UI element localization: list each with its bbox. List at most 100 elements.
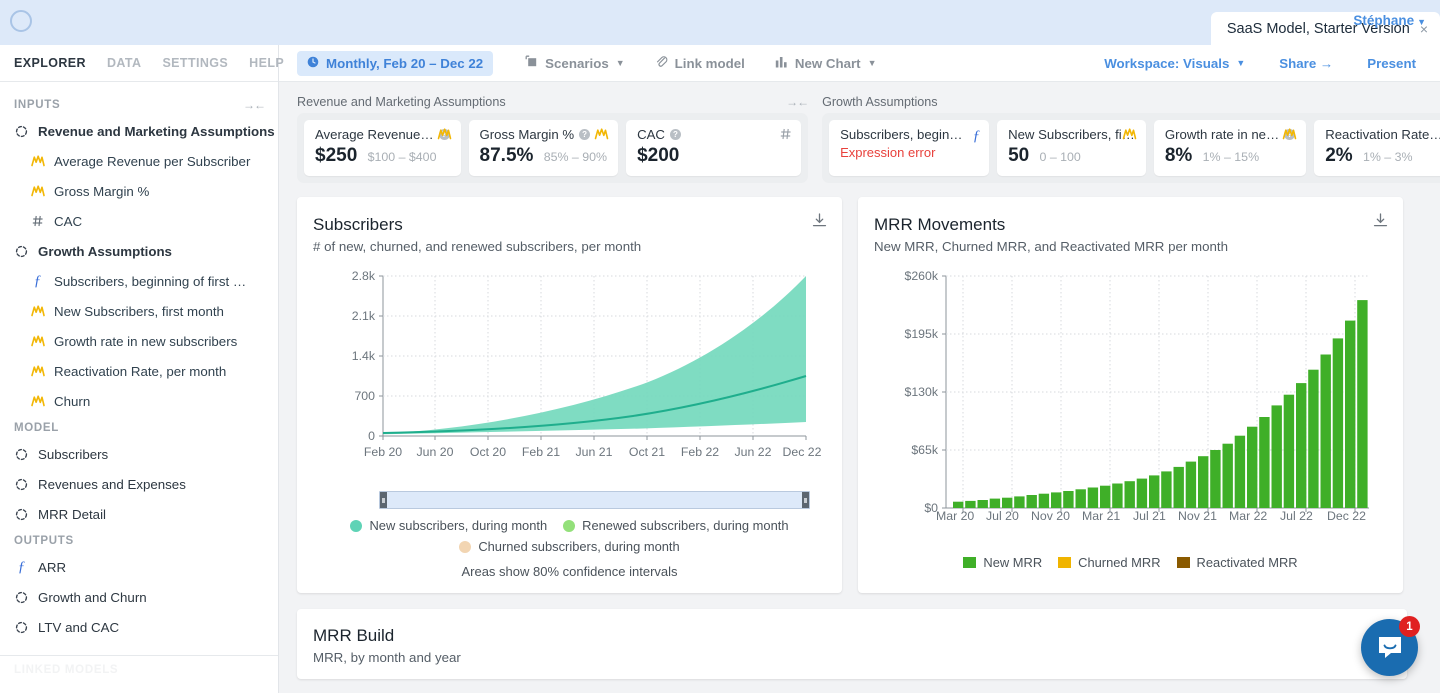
input-card-range: $100 – $400 — [367, 150, 437, 164]
chart-range-scrubber[interactable] — [379, 491, 810, 509]
svg-text:Jun 21: Jun 21 — [576, 445, 613, 459]
legend-label: New MRR — [983, 555, 1043, 570]
input-card-range: 85% – 90% — [543, 150, 608, 164]
mrr-movements-plot: $260k $195k $130k $65k $0 Mar 20 Jul 20 … — [874, 266, 1387, 523]
download-icon[interactable] — [812, 213, 827, 233]
tab-settings[interactable]: SETTINGS — [162, 56, 228, 70]
browser-tab-bar: SaaS Model, Starter Version × Stéphane ▼ — [0, 0, 1440, 45]
input-card-new-subscribers[interactable]: New Subscribers, fi… 50 0 – 100 — [997, 120, 1146, 176]
present-button[interactable]: Present — [1357, 51, 1426, 76]
input-card-value-row: 8% 1% – 15% — [1165, 145, 1295, 167]
input-card-title-row: CAC ? — [637, 127, 790, 142]
sidebar-item-growth-and-churn[interactable]: Growth and Churn — [0, 582, 278, 612]
distribution-icon — [30, 395, 45, 407]
legend-item[interactable]: Renewed subscribers, during month — [563, 518, 789, 533]
input-card-title-row: Subscribers, begin… — [840, 127, 978, 142]
tab-help[interactable]: HELP — [249, 56, 284, 70]
sidebar-item-subscribers[interactable]: Subscribers — [0, 439, 278, 469]
x-tick-label: Dec 22 — [1327, 509, 1366, 523]
bar-chart-icon — [775, 56, 788, 71]
collapse-arrows-icon[interactable]: →← — [243, 98, 266, 112]
input-card-range: 1% – 3% — [1362, 150, 1413, 164]
chart-title: MRR Build — [313, 626, 395, 645]
input-group-header: Revenue and Marketing Assumptions →← — [297, 91, 809, 113]
intercom-launcher[interactable]: 1 — [1361, 616, 1420, 676]
input-group-label: Revenue and Marketing Assumptions — [297, 95, 506, 109]
sidebar-item-gross-margin[interactable]: Gross Margin % — [0, 176, 278, 206]
tab-explorer[interactable]: EXPLORER — [14, 56, 86, 70]
sidebar-item-reactivation-rate[interactable]: Reactivation Rate, per month — [0, 356, 278, 386]
legend-swatch — [1176, 557, 1190, 568]
distribution-icon — [30, 365, 45, 377]
sidebar-item-cac[interactable]: CAC — [0, 206, 278, 236]
workspace-selector[interactable]: Workspace: Visuals ▼ — [1094, 51, 1255, 76]
sidebar-item-revenue-marketing-assumptions[interactable]: Revenue and Marketing Assumptions — [0, 116, 278, 146]
input-card-error: Expression error — [840, 145, 936, 160]
svg-text:Jun 22: Jun 22 — [735, 445, 772, 459]
date-range-button[interactable]: Monthly, Feb 20 – Dec 22 — [297, 50, 494, 76]
input-cards: Average Revenue… ? $250 $100 – $400 Gros… — [297, 113, 809, 183]
svg-text:Feb 21: Feb 21 — [522, 445, 560, 459]
chart-card-mrr-movements: MRR Movements New MRR, Churned MRR, and … — [858, 197, 1403, 593]
sidebar-item-churn[interactable]: Churn — [0, 386, 278, 416]
input-card-subscribers-beginning[interactable]: Subscribers, begin… Expression error ƒ — [829, 120, 990, 176]
input-group-growth: Growth Assumptions Subscribers, begin… E… — [808, 91, 1440, 183]
link-model-button[interactable]: Link model — [645, 50, 755, 76]
svg-text:$130k: $130k — [904, 385, 938, 399]
input-card-gross-margin[interactable]: Gross Margin % ? 87.5% 85% – 90% — [468, 120, 619, 176]
sidebar-item-mrr-detail[interactable]: MRR Detail — [0, 499, 278, 529]
help-icon[interactable]: ? — [669, 129, 681, 140]
sidebar-item-subscribers-beginning-first[interactable]: ƒ Subscribers, beginning of first … — [0, 266, 278, 296]
input-card-growth-rate[interactable]: Growth rate in ne… ? 8% 1% – 15% — [1153, 120, 1307, 176]
formula-icon: ƒ — [17, 558, 26, 575]
tab-data[interactable]: DATA — [107, 56, 141, 70]
sidebar-item-revenues-and-expenses[interactable]: Revenues and Expenses — [0, 469, 278, 499]
input-card-cac[interactable]: CAC ? $200 — [626, 120, 802, 176]
sidebar-item-growth-assumptions[interactable]: Growth Assumptions — [0, 236, 278, 266]
sidebar-item-label: Revenues and Expenses — [38, 476, 186, 492]
scenarios-label: Scenarios — [545, 55, 609, 71]
input-card-title: Reactivation Rate… — [1325, 127, 1440, 142]
input-card-range: 0 – 100 — [1039, 150, 1081, 164]
svg-text:Oct 21: Oct 21 — [629, 445, 665, 459]
help-icon[interactable]: ? — [579, 129, 591, 140]
input-card-title-row: Average Revenue… ? — [315, 127, 450, 142]
new-chart-button[interactable]: New Chart ▼ — [765, 51, 887, 76]
legend-item[interactable]: New subscribers, during month — [350, 518, 547, 533]
input-cards: Subscribers, begin… Expression error ƒ N… — [822, 113, 1440, 183]
input-card-title: New Subscribers, fi… — [1008, 127, 1135, 142]
input-card-value-row: 2% 1% – 3% — [1325, 145, 1440, 167]
input-card-strip: Revenue and Marketing Assumptions →← Ave… — [279, 82, 1440, 183]
user-menu[interactable]: Stéphane ▼ — [1353, 13, 1426, 28]
sidebar-item-arr[interactable]: ƒ ARR — [0, 552, 278, 582]
input-card-value-row: 87.5% 85% – 90% — [480, 145, 608, 167]
legend-item[interactable]: Reactivated MRR — [1176, 555, 1298, 570]
input-card-title-row: Growth rate in ne… ? — [1165, 127, 1296, 142]
subscribers-chart-svg: 2.8k 2.1k 1.4k 700 0 Feb 20 Jun 20 Oct 2… — [352, 269, 822, 459]
link-model-label: Link model — [674, 55, 745, 71]
legend-item[interactable]: Churned subscribers, during month — [459, 539, 680, 554]
scrub-handle-right[interactable] — [802, 492, 809, 508]
distribution-icon — [30, 185, 45, 197]
input-card-value: 87.5% — [479, 145, 534, 166]
input-card-average-revenue[interactable]: Average Revenue… ? $250 $100 – $400 — [304, 120, 461, 176]
scenarios-button[interactable]: Scenarios ▼ — [515, 50, 635, 76]
x-tick-label: Nov 20 — [1031, 509, 1070, 523]
legend-item[interactable]: Churned MRR — [1058, 555, 1161, 570]
legend-item[interactable]: New MRR — [963, 555, 1042, 570]
sidebar-item-average-revenue-per-subscriber[interactable]: Average Revenue per Subscriber — [0, 146, 278, 176]
collapse-arrows-icon[interactable]: →← — [786, 95, 809, 109]
svg-text:Feb 20: Feb 20 — [364, 445, 402, 459]
scrub-handle-left[interactable] — [380, 492, 387, 508]
sidebar-item-new-subscribers-first-month[interactable]: New Subscribers, first month — [0, 296, 278, 326]
sidebar-item-growth-rate-new-subscribers[interactable]: Growth rate in new subscribers — [0, 326, 278, 356]
app-shell: EXPLORER DATA SETTINGS HELP INPUTS →← Re… — [0, 45, 1440, 693]
sidebar-group-label: INPUTS — [14, 98, 61, 111]
share-button[interactable]: Share → — [1269, 51, 1343, 76]
module-icon — [14, 125, 29, 138]
input-card-reactivation-rate[interactable]: Reactivation Rate… 2% 1% – 3% — [1314, 120, 1440, 176]
input-group-revenue-marketing: Revenue and Marketing Assumptions →← Ave… — [279, 91, 809, 183]
sidebar-item-ltv-and-cac[interactable]: LTV and CAC — [0, 612, 278, 642]
sidebar-item-label: Churn — [54, 393, 91, 409]
download-icon[interactable] — [1373, 213, 1388, 233]
